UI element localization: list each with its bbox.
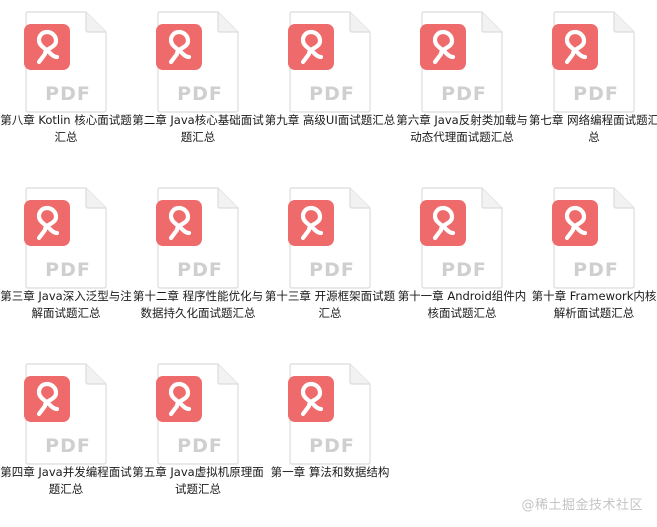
pdf-file-icon: PDF [24,362,108,466]
pdf-label: PDF [441,259,487,281]
folded-corner [349,364,370,385]
folded-corner [217,188,238,209]
pdf-label: PDF [177,435,223,457]
pdf-file-icon: PDF [24,10,108,114]
pdf-label: PDF [45,83,91,105]
pdf-file-icon: PDF [288,10,372,114]
pdf-label: PDF [309,83,355,105]
file-item[interactable]: PDF 第十章 Framework内核解析面试题汇总 [528,176,657,346]
file-name: 第八章 Kotlin 核心面试题汇总 [0,113,132,144]
file-item[interactable]: PDF 第十一章 Android组件内核面试题汇总 [396,176,528,346]
pdf-file-icon: PDF [288,186,372,290]
file-name: 第四章 Java并发编程面试题汇总 [0,465,132,496]
file-item[interactable]: PDF 第十二章 程序性能优化与数据持久化面试题汇总 [132,176,264,346]
file-name: 第二章 Java核心基础面试题汇总 [132,113,264,144]
file-item[interactable]: PDF 第九章 高级UI面试题汇总 [264,0,396,170]
file-item[interactable]: PDF 第二章 Java核心基础面试题汇总 [132,0,264,170]
file-name: 第五章 Java虚拟机原理面试题汇总 [132,465,264,496]
pdf-file-icon: PDF [420,10,504,114]
pdf-label: PDF [309,259,355,281]
pdf-file-icon: PDF [288,362,372,466]
folded-corner [349,12,370,33]
folded-corner [481,188,502,209]
pdf-file-icon: PDF [24,186,108,290]
folded-corner [613,12,634,33]
pdf-label: PDF [441,83,487,105]
file-item[interactable]: PDF 第十三章 开源框架面试题汇总 [264,176,396,346]
pdf-label: PDF [45,435,91,457]
folded-corner [85,188,106,209]
file-name: 第十一章 Android组件内核面试题汇总 [397,289,527,320]
pdf-label: PDF [573,259,619,281]
file-item[interactable]: PDF 第六章 Java反射类加载与动态代理面试题汇总 [396,0,528,170]
pdf-file-icon: PDF [156,362,240,466]
file-name: 第一章 算法和数据结构 [270,465,390,479]
pdf-label: PDF [177,259,223,281]
pdf-file-icon: PDF [156,186,240,290]
pdf-file-icon: PDF [552,10,636,114]
pdf-label: PDF [309,435,355,457]
pdf-label: PDF [177,83,223,105]
folded-corner [349,188,370,209]
folded-corner [85,364,106,385]
file-grid: PDF 第八章 Kotlin 核心面试题汇总 PDF 第二章 Java核心基础面… [0,0,657,527]
file-item[interactable]: PDF 第三章 Java深入泛型与注解面试题汇总 [0,176,132,346]
file-item[interactable]: PDF 第七章 网络编程面试题汇总 [528,0,657,170]
watermark: @稀土掘金技术社区 [521,498,643,513]
folded-corner [217,364,238,385]
pdf-label: PDF [45,259,91,281]
file-item[interactable]: PDF 第四章 Java并发编程面试题汇总 [0,352,132,522]
file-name: 第十章 Framework内核解析面试题汇总 [531,289,657,320]
pdf-file-icon: PDF [156,10,240,114]
file-name: 第九章 高级UI面试题汇总 [264,113,396,127]
pdf-file-icon: PDF [420,186,504,290]
file-name: 第十二章 程序性能优化与数据持久化面试题汇总 [132,289,264,320]
file-name: 第七章 网络编程面试题汇总 [528,113,657,144]
folded-corner [217,12,238,33]
file-item[interactable]: PDF 第五章 Java虚拟机原理面试题汇总 [132,352,264,522]
file-name: 第十三章 开源框架面试题汇总 [264,289,396,320]
pdf-file-icon: PDF [552,186,636,290]
folded-corner [481,12,502,33]
file-item[interactable]: PDF 第一章 算法和数据结构 [264,352,396,522]
folded-corner [85,12,106,33]
file-name: 第三章 Java深入泛型与注解面试题汇总 [0,289,132,320]
file-item[interactable]: PDF 第八章 Kotlin 核心面试题汇总 [0,0,132,170]
file-name: 第六章 Java反射类加载与动态代理面试题汇总 [396,113,528,144]
pdf-label: PDF [573,83,619,105]
folded-corner [613,188,634,209]
